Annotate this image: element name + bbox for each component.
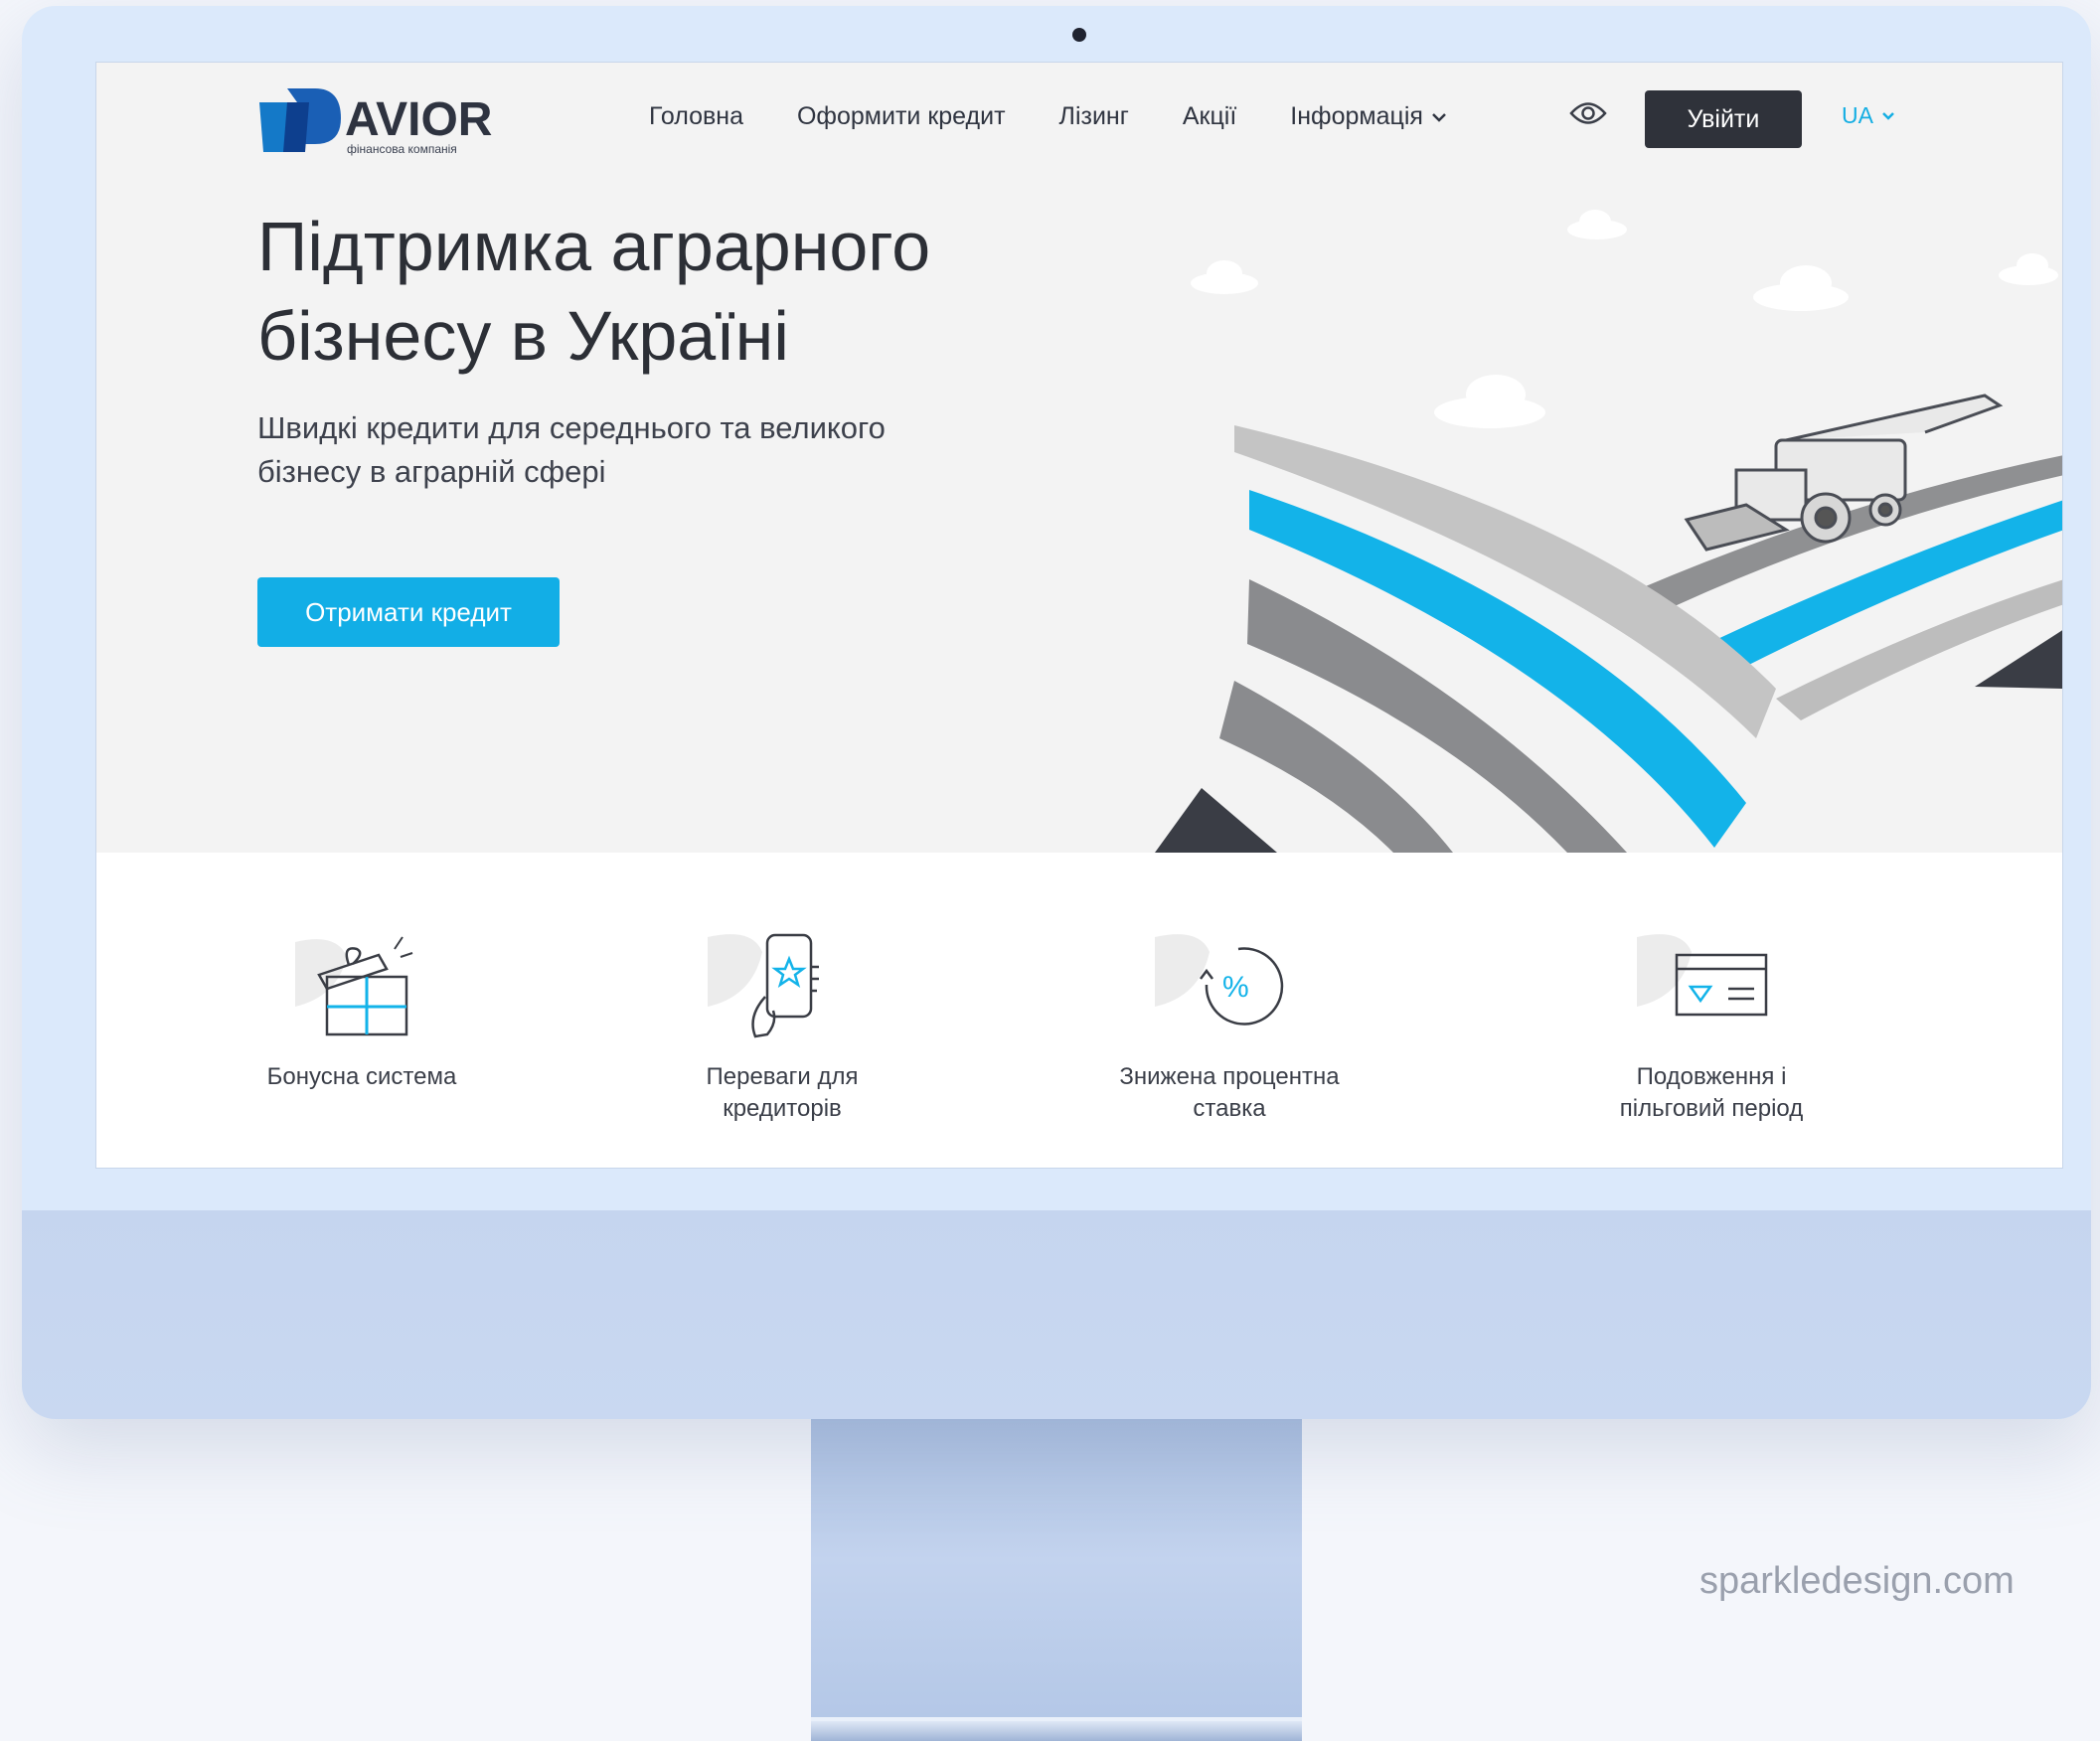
feature-grace-period[interactable]: Подовження і пільговий період [1582,927,1841,1125]
monitor-stand-base [811,1717,1302,1741]
camera-dot [1072,28,1086,42]
chevron-down-icon [1432,112,1446,122]
nav-item-information[interactable]: Інформація [1290,102,1447,131]
feature-label-line: Знижена процентна [1119,1063,1340,1090]
login-button[interactable]: Увійти [1645,90,1802,148]
feature-label: Подовження і пільговий період [1582,1061,1841,1125]
feature-label-line: Подовження і [1636,1063,1787,1090]
feature-reduced-rate[interactable]: % Знижена процентна ставка [1095,927,1364,1125]
feature-bonus-system[interactable]: Бонусна система [257,927,466,1093]
language-selector[interactable]: UA [1842,102,1895,129]
feature-label-line: ставка [1193,1095,1266,1122]
harvester-icon [1684,394,2004,552]
main-nav: Головна Оформити кредит Лізинг Акції Інф… [649,102,1447,131]
monitor-stand [811,1411,1302,1741]
get-credit-button[interactable]: Отримати кредит [257,577,560,647]
feature-label: Бонусна система [257,1061,466,1093]
hero-title-line: бізнесу в Україні [257,297,789,375]
brand-logo[interactable]: AVIOR фінансова компанія [257,88,492,158]
mockup-stage: AVIOR фінансова компанія Головна Оформит… [0,0,2100,1741]
nav-item-label: Інформація [1290,102,1423,130]
nav-item-promotions[interactable]: Акції [1183,102,1236,131]
hero-title: Підтримка аграрного бізнесу в Україні [257,202,1052,381]
chevron-down-icon [1882,112,1894,120]
hero-subtitle: Швидкі кредити для середнього та великог… [257,406,1013,494]
hero-subtitle-line: бізнесу в аграрній сфері [257,454,606,489]
nav-item-leasing[interactable]: Лізинг [1059,102,1129,131]
feature-label-line: Бонусна система [266,1063,457,1090]
hero-title-line: Підтримка аграрного [257,208,931,285]
website-screen: AVIOR фінансова компанія Головна Оформит… [95,62,2063,1169]
feature-label-line: пільговий період [1619,1095,1804,1122]
logo-tagline: фінансова компанія [347,142,457,156]
logo-wordmark: AVIOR [345,93,493,146]
card-icon [1637,934,1768,1017]
nav-item-label: Головна [649,102,743,130]
logo-mark-icon [259,88,341,152]
nav-item-label: Акції [1182,102,1237,130]
eye-icon[interactable] [1569,100,1607,126]
nav-item-apply-credit[interactable]: Оформити кредит [797,102,1006,131]
monitor-chin [22,1210,2091,1419]
phone-star-icon [708,933,819,1038]
nav-item-label: Лізинг [1058,102,1129,130]
svg-text:%: % [1222,971,1249,1004]
hero-subtitle-line: Швидкі кредити для середнього та великог… [257,410,886,445]
clouds-decoration [1191,210,2058,428]
feature-label: Знижена процентна ставка [1095,1061,1364,1125]
language-label: UA [1842,102,1873,128]
gift-icon [295,936,413,1036]
percent-icon: % [1155,934,1284,1026]
watermark-text: sparkledesign.com [1699,1560,2015,1602]
feature-creditor-benefits[interactable]: Переваги для кредиторів [678,927,887,1125]
feature-label-line: Переваги для [706,1063,859,1090]
feature-label-line: кредиторів [723,1095,842,1122]
nav-item-home[interactable]: Головна [649,102,743,131]
monitor-frame: AVIOR фінансова компанія Головна Оформит… [22,6,2091,1419]
feature-label: Переваги для кредиторів [678,1061,887,1125]
hero-section: AVIOR фінансова компанія Головна Оформит… [96,63,2062,853]
nav-item-label: Оформити кредит [796,102,1006,130]
